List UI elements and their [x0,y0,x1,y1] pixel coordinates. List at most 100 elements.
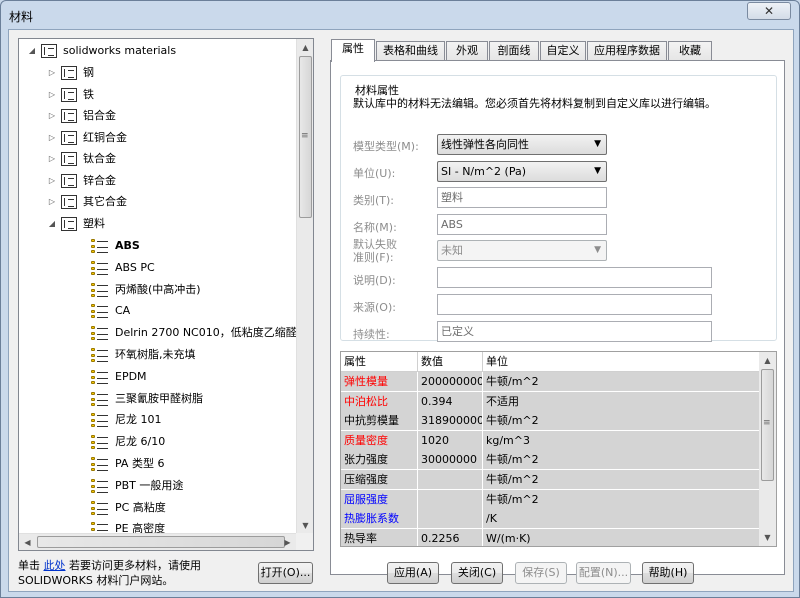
category-field[interactable]: 塑料 [437,187,607,208]
tree-material-item[interactable]: 尼龙 101 [19,410,296,430]
tree-folder[interactable]: ▷ 其它合金 [19,192,296,212]
collapsed-arrow-icon[interactable]: ▷ [47,85,57,105]
tree-content: ◢ solidworks materials ▷ 钢 ▷ 铁 ▷ 铝合金 ▷ 红铜合金 ▷ 钛合金… [19,39,296,534]
units-select[interactable]: SI - N/m^2 (Pa) ▼ [437,161,607,182]
tree-material-item[interactable]: PC 高粘度 [19,498,296,518]
tree-root[interactable]: ◢ solidworks materials [19,41,296,61]
scroll-up-icon[interactable]: ▲ [759,352,776,369]
config-button[interactable]: 配置(N)... [576,562,631,584]
library-folder-icon [41,44,57,58]
chevron-down-icon: ▼ [594,245,601,255]
tree-folder[interactable]: ▷ 钢 [19,63,296,83]
table-row[interactable]: 张力强度 30000000 牛顿/m^2 [341,450,760,471]
table-row[interactable]: 热导率 0.2256 W/(m·K) [341,528,760,546]
expanded-arrow-icon[interactable]: ◢ [47,214,57,234]
property-value-cell[interactable]: 1020 [418,430,483,451]
name-field[interactable]: ABS [437,214,607,235]
description-field[interactable] [437,267,712,288]
table-row[interactable]: 中抗剪模量 318900000 牛顿/m^2 [341,411,760,432]
tree-folder[interactable]: ▷ 红铜合金 [19,128,296,148]
scroll-right-icon[interactable]: ▶ [279,534,296,550]
failure-criterion-select[interactable]: 未知 ▼ [437,240,607,261]
tab-favorites[interactable]: 收藏 [668,41,712,61]
table-vertical-scrollbar[interactable]: ▲ ≡ ▼ [759,352,776,546]
tab-strip: 属性 表格和曲线 外观 剖面线 自定义 应用程序数据 收藏 [331,39,793,62]
tree-material-item[interactable]: PA 类型 6 [19,454,296,474]
tree-material-item[interactable]: CA [19,301,296,321]
tree-vertical-scrollbar[interactable]: ▲ ≡ ▼ [296,39,313,534]
tree-material-item[interactable]: PBT 一般用途 [19,476,296,496]
portal-link[interactable]: 此处 [44,559,66,572]
collapsed-arrow-icon[interactable]: ▷ [47,192,57,212]
property-value-cell[interactable]: 2000000000 [418,372,483,392]
header-property[interactable]: 属性 [341,352,418,372]
open-button[interactable]: 打开(O)... [258,562,313,584]
collapsed-arrow-icon[interactable]: ▷ [47,171,57,191]
portal-note-prefix: 单击 [18,559,44,572]
tree-material-item[interactable]: PE 高密度 [19,519,296,534]
tree-folder[interactable]: ◢ 塑料 [19,214,296,234]
property-value-cell[interactable] [418,509,483,530]
collapsed-arrow-icon[interactable]: ▷ [47,63,57,83]
tab-crosshatch[interactable]: 剖面线 [489,41,539,61]
tree-material-item[interactable]: 尼龙 6/10 [19,432,296,452]
tree-material-label: PBT 一般用途 [115,478,184,492]
table-row[interactable]: 热膨胀系数/K [341,509,760,530]
scroll-left-icon[interactable]: ◀ [19,534,36,550]
tab-properties[interactable]: 属性 [331,39,375,62]
table-row[interactable]: 中泊松比 0.394 不适用 [341,391,760,412]
scroll-down-icon[interactable]: ▼ [759,529,776,546]
save-button[interactable]: 保存(S) [515,562,567,584]
property-value-cell[interactable]: 30000000 [418,450,483,471]
property-name-cell: 弹性模量 [341,372,418,392]
tree-material-item[interactable]: ABS [19,236,296,256]
header-unit[interactable]: 单位 [483,352,760,372]
property-value-cell[interactable]: 318900000 [418,411,483,432]
close-button[interactable]: 关闭(C) [451,562,503,584]
property-value-cell[interactable]: 0.2256 [418,528,483,546]
tree-folder[interactable]: ▷ 锌合金 [19,171,296,191]
tree-hscroll-thumb[interactable] [37,536,285,548]
material-tree[interactable]: ◢ solidworks materials ▷ 钢 ▷ 铁 ▷ 铝合金 ▷ 红铜合金 ▷ 钛合金… [18,38,314,551]
tree-material-item[interactable]: EPDM [19,367,296,387]
tree-material-item[interactable]: 三聚氰胺甲醛树脂 [19,389,296,409]
material-icon [91,326,109,341]
collapsed-arrow-icon[interactable]: ▷ [47,106,57,126]
property-value-cell[interactable]: 0.394 [418,391,483,412]
tree-material-item[interactable]: Delrin 2700 NC010，低粘度乙缩醛共 [19,323,296,343]
sustainability-field[interactable]: 已定义 [437,321,712,342]
tree-material-item[interactable]: 环氧树脂,未充填 [19,345,296,365]
scroll-down-icon[interactable]: ▼ [297,517,313,534]
table-row[interactable]: 屈服强度 牛顿/m^2 [341,489,760,510]
tree-folder[interactable]: ▷ 钛合金 [19,149,296,169]
table-row[interactable]: 质量密度 1020 kg/m^3 [341,430,760,451]
tab-tables-curves[interactable]: 表格和曲线 [376,41,445,61]
tree-material-label: PE 高密度 [115,522,166,534]
tab-application-data[interactable]: 应用程序数据 [587,41,667,61]
tab-appearance[interactable]: 外观 [446,41,488,61]
folder-icon [61,195,77,209]
failure-label-line1: 默认失败 [353,238,397,251]
table-row[interactable]: 压缩强度 牛顿/m^2 [341,470,760,490]
scroll-up-icon[interactable]: ▲ [297,39,313,56]
apply-button[interactable]: 应用(A) [387,562,439,584]
model-type-select[interactable]: 线性弹性各向同性 ▼ [437,134,607,155]
source-field[interactable] [437,294,712,315]
property-value-cell[interactable] [418,489,483,510]
collapsed-arrow-icon[interactable]: ▷ [47,149,57,169]
tree-horizontal-scrollbar[interactable]: ◀ ▶ [19,533,296,550]
header-value[interactable]: 数值 [418,352,483,372]
table-row[interactable]: 弹性模量2000000000牛顿/m^2 [341,372,760,392]
failure-criterion-label: 默认失败 准则(F): [353,238,397,264]
expanded-arrow-icon[interactable]: ◢ [27,41,37,61]
close-window-button[interactable]: ✕ [747,2,791,20]
help-button[interactable]: 帮助(H) [642,562,694,584]
tree-folder[interactable]: ▷ 铝合金 [19,106,296,126]
tree-material-item[interactable]: 丙烯酸(中高冲击) [19,280,296,300]
property-value-cell[interactable] [418,470,483,490]
tree-folder[interactable]: ▷ 铁 [19,85,296,105]
tab-custom[interactable]: 自定义 [540,41,586,61]
collapsed-arrow-icon[interactable]: ▷ [47,128,57,148]
tree-material-item[interactable]: ABS PC [19,258,296,278]
folder-icon [61,109,77,123]
